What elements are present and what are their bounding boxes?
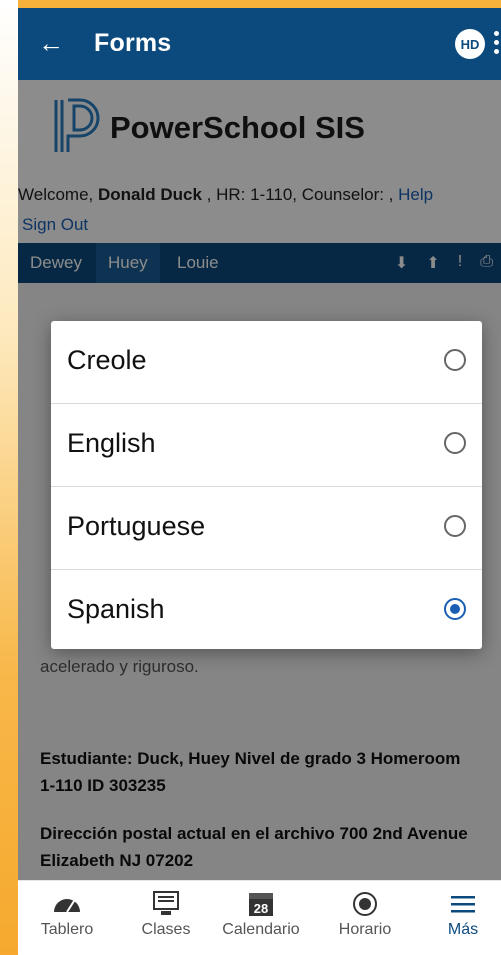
bottom-navigation: Tablero Clases 28 Calendario Horario Más xyxy=(18,880,501,955)
nav-tablero[interactable]: Tablero xyxy=(22,887,112,939)
radio-button[interactable] xyxy=(444,349,466,371)
radio-button[interactable] xyxy=(444,432,466,454)
back-arrow-icon[interactable]: ← xyxy=(38,30,64,56)
more-options-icon[interactable] xyxy=(490,31,501,61)
language-option-creole[interactable]: Creole xyxy=(51,321,482,404)
nav-horario[interactable]: Horario xyxy=(320,887,410,939)
app-screen: ← Forms HD PowerSchool SIS Welcome, Dona… xyxy=(18,8,501,955)
language-dialog: Creole English Portuguese Spanish xyxy=(51,321,482,649)
nav-clases[interactable]: Clases xyxy=(121,887,211,939)
language-option-portuguese[interactable]: Portuguese xyxy=(51,487,482,570)
radio-button[interactable] xyxy=(444,515,466,537)
radio-button-selected[interactable] xyxy=(444,598,466,620)
page-title: Forms xyxy=(94,29,172,57)
classes-icon xyxy=(121,887,211,921)
side-background xyxy=(0,0,18,955)
calendar-icon: 28 xyxy=(216,887,306,921)
dashboard-icon xyxy=(22,887,112,921)
app-bar: ← Forms HD xyxy=(18,8,501,80)
menu-icon xyxy=(418,887,501,921)
svg-text:28: 28 xyxy=(254,901,268,916)
language-option-spanish[interactable]: Spanish xyxy=(51,570,482,652)
nav-mas[interactable]: Más xyxy=(418,887,501,939)
language-option-english[interactable]: English xyxy=(51,404,482,487)
avatar[interactable]: HD xyxy=(455,29,485,59)
schedule-icon xyxy=(320,887,410,921)
nav-calendario[interactable]: 28 Calendario xyxy=(216,887,306,939)
